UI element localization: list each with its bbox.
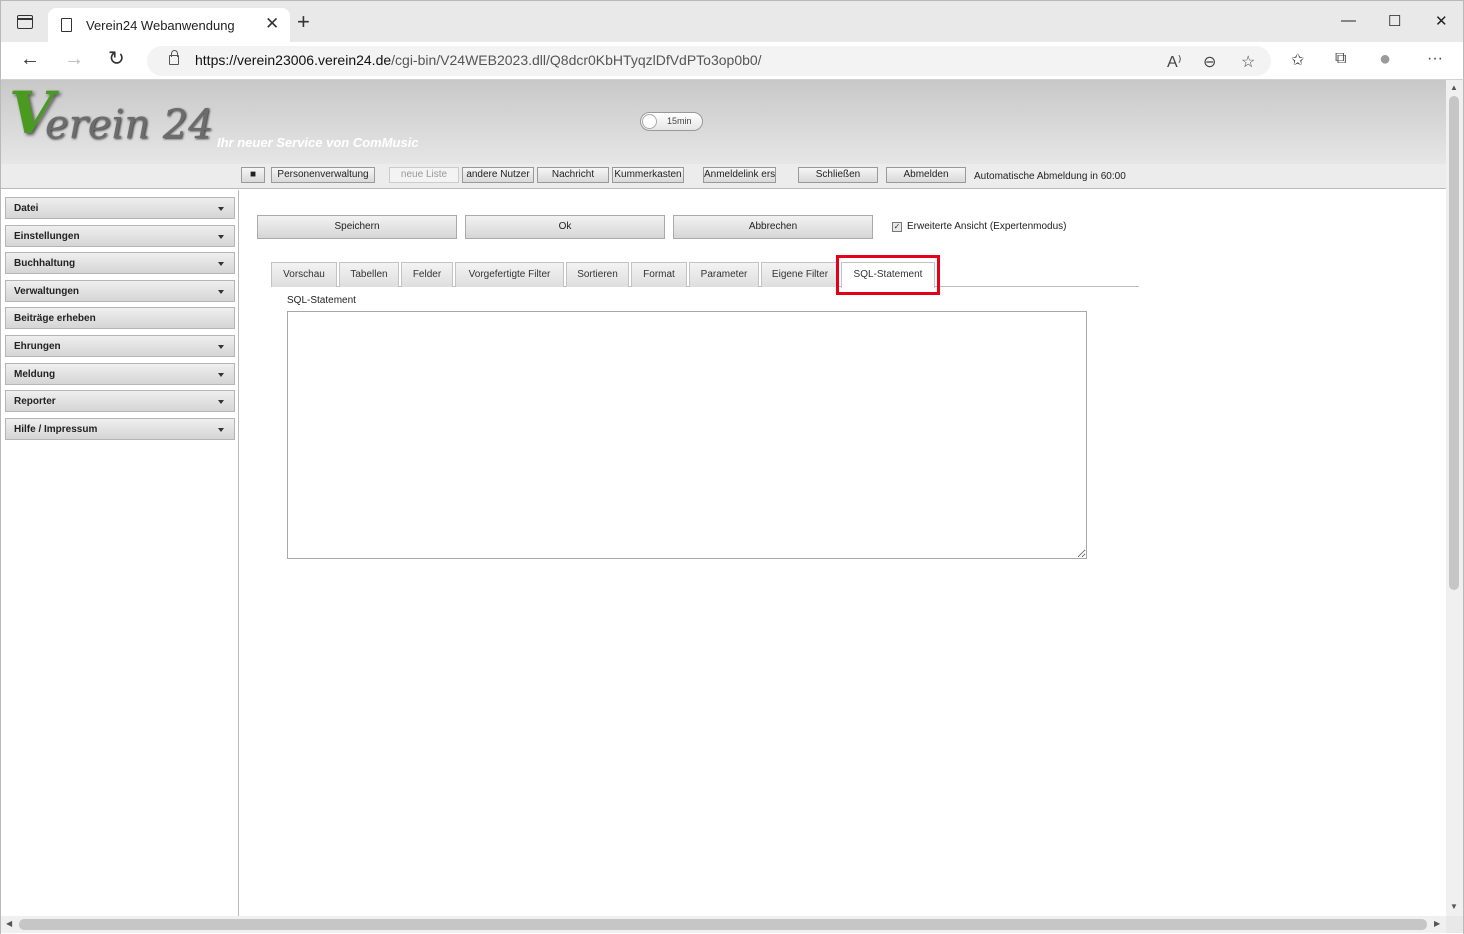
sidebar-item-ehrungen[interactable]: Ehrungen bbox=[5, 335, 235, 357]
expert-mode-checkbox[interactable]: ✓ bbox=[892, 222, 902, 232]
zoom-icon[interactable]: ⊖ bbox=[1203, 52, 1216, 72]
sidebar-item-hilfe[interactable]: Hilfe / Impressum bbox=[5, 418, 235, 440]
sidebar-item-label: Beiträge erheben bbox=[14, 313, 96, 324]
expert-mode-label: Erweiterte Ansicht (Expertenmodus) bbox=[907, 221, 1067, 232]
url-text[interactable]: https://verein23006.verein24.de/cgi-bin/… bbox=[195, 52, 762, 68]
save-button[interactable]: Speichern bbox=[257, 215, 457, 239]
caret-down-icon bbox=[218, 262, 224, 266]
profile-icon[interactable]: ● bbox=[1379, 48, 1391, 71]
toolbar-square-button[interactable]: ■ bbox=[241, 167, 265, 183]
caret-down-icon bbox=[218, 290, 224, 294]
sidebar-item-meldung[interactable]: Meldung bbox=[5, 363, 235, 385]
horizontal-scroll-thumb[interactable] bbox=[19, 919, 1427, 930]
logo-wordmark: erein 24 bbox=[45, 102, 214, 148]
sidebar-item-label: Hilfe / Impressum bbox=[14, 424, 98, 435]
url-host: https://verein23006.verein24.de bbox=[195, 52, 392, 68]
anmeldelink-button[interactable]: Anmeldelink erst bbox=[703, 167, 776, 183]
caret-down-icon bbox=[218, 400, 224, 404]
kummerkasten-button[interactable]: Kummerkasten bbox=[612, 167, 684, 183]
sql-statement-textarea[interactable] bbox=[287, 311, 1087, 559]
sidebar-item-label: Einstellungen bbox=[14, 231, 80, 242]
sidebar-item-label: Datei bbox=[14, 203, 39, 214]
add-favorite-icon[interactable]: ☆ bbox=[1241, 52, 1255, 72]
ok-button[interactable]: Ok bbox=[465, 215, 665, 239]
tab-format[interactable]: Format bbox=[631, 262, 687, 287]
more-menu-icon[interactable]: ··· bbox=[1427, 50, 1443, 68]
tab-vorgefertigte-filter[interactable]: Vorgefertigte Filter bbox=[455, 262, 564, 287]
vertical-scroll-thumb[interactable] bbox=[1449, 96, 1459, 590]
scroll-down-icon[interactable]: ▼ bbox=[1450, 902, 1458, 911]
page-icon bbox=[61, 18, 72, 32]
andere-nutzer-button[interactable]: andere Nutzer bbox=[462, 167, 534, 183]
read-aloud-icon[interactable]: A⁾ bbox=[1167, 52, 1182, 72]
browser-tab-title: Verein24 Webanwendung bbox=[86, 18, 235, 33]
tab-parameter[interactable]: Parameter bbox=[689, 262, 759, 287]
forward-icon[interactable]: → bbox=[64, 49, 84, 69]
tab-tabellen[interactable]: Tabellen bbox=[339, 262, 399, 287]
app-toolbar: ■ Personenverwaltung neue Liste andere N… bbox=[1, 164, 1446, 189]
sidebar: Datei Einstellungen Buchhaltung Verwaltu… bbox=[1, 190, 239, 916]
browser-tab[interactable]: Verein24 Webanwendung ✕ bbox=[48, 8, 290, 44]
vertical-scrollbar[interactable]: ▲ ▼ bbox=[1446, 80, 1463, 916]
timer-label: 15min bbox=[667, 116, 692, 126]
collections-icon[interactable]: ⧉ bbox=[1335, 50, 1346, 68]
scroll-left-icon[interactable]: ◀ bbox=[6, 919, 12, 928]
sidebar-item-label: Ehrungen bbox=[14, 341, 61, 352]
sidebar-item-label: Reporter bbox=[14, 396, 56, 407]
tab-actions-icon[interactable] bbox=[17, 15, 33, 29]
sql-statement-label: SQL-Statement bbox=[287, 295, 356, 306]
reload-icon[interactable]: ↻ bbox=[108, 49, 125, 69]
sidebar-item-datei[interactable]: Datei bbox=[5, 197, 235, 219]
browser-toolbar: ← → ↻ https://verein23006.verein24.de/cg… bbox=[0, 42, 1464, 80]
schliessen-button[interactable]: Schließen bbox=[798, 167, 878, 183]
address-field[interactable]: https://verein23006.verein24.de/cgi-bin/… bbox=[147, 46, 1271, 76]
sidebar-item-label: Verwaltungen bbox=[14, 286, 80, 297]
tab-sortieren[interactable]: Sortieren bbox=[566, 262, 629, 287]
caret-down-icon bbox=[218, 235, 224, 239]
toggle-knob bbox=[642, 114, 657, 129]
scroll-right-icon[interactable]: ▶ bbox=[1434, 919, 1440, 928]
lock-icon[interactable] bbox=[169, 50, 179, 65]
sidebar-item-label: Buchhaltung bbox=[14, 258, 76, 269]
new-tab-icon[interactable]: + bbox=[297, 11, 310, 33]
scrollbar-corner bbox=[1446, 916, 1463, 933]
caret-down-icon bbox=[218, 428, 224, 432]
sidebar-item-label: Meldung bbox=[14, 369, 56, 380]
session-timer-toggle[interactable]: 15min bbox=[640, 112, 703, 131]
tab-felder[interactable]: Felder bbox=[401, 262, 453, 287]
sidebar-item-reporter[interactable]: Reporter bbox=[5, 390, 235, 412]
horizontal-scrollbar[interactable]: ◀ ▶ bbox=[1, 916, 1446, 933]
maximize-icon[interactable]: ☐ bbox=[1388, 12, 1401, 30]
nachricht-button[interactable]: Nachricht bbox=[537, 167, 609, 183]
tagline: Ihr neuer Service von ComMusic bbox=[217, 135, 419, 150]
sidebar-item-einstellungen[interactable]: Einstellungen bbox=[5, 225, 235, 247]
caret-down-icon bbox=[218, 345, 224, 349]
sidebar-item-verwaltungen[interactable]: Verwaltungen bbox=[5, 280, 235, 302]
active-tab-highlight bbox=[836, 255, 940, 295]
scroll-up-icon[interactable]: ▲ bbox=[1450, 83, 1458, 92]
tab-vorschau[interactable]: Vorschau bbox=[271, 262, 337, 287]
main-content: Speichern Ok Abbrechen ✓ Erweiterte Ansi… bbox=[240, 190, 1446, 916]
minimize-icon[interactable]: — bbox=[1341, 12, 1356, 29]
tab-close-icon[interactable]: ✕ bbox=[265, 14, 279, 34]
tab-eigene-filter[interactable]: Eigene Filter bbox=[761, 262, 839, 287]
sidebar-item-beitraege[interactable]: Beiträge erheben bbox=[5, 307, 235, 329]
app-header: V erein 24 Ihr neuer Service von ComMusi… bbox=[1, 80, 1446, 164]
verein24-logo: V erein 24 bbox=[9, 84, 214, 154]
browser-titlebar: Verein24 Webanwendung ✕ + — ☐ ✕ bbox=[0, 0, 1464, 44]
window-close-icon[interactable]: ✕ bbox=[1435, 12, 1448, 30]
caret-down-icon bbox=[218, 373, 224, 377]
url-path: /cgi-bin/V24WEB2023.dll/Q8dcr0KbHTyqzlDf… bbox=[391, 52, 762, 68]
caret-down-icon bbox=[218, 207, 224, 211]
personenverwaltung-button[interactable]: Personenverwaltung bbox=[271, 167, 375, 183]
abmelden-button[interactable]: Abmelden bbox=[886, 167, 966, 183]
logout-countdown: Automatische Abmeldung in 60:00 bbox=[974, 171, 1126, 182]
neue-liste-button[interactable]: neue Liste bbox=[389, 167, 459, 183]
sidebar-item-buchhaltung[interactable]: Buchhaltung bbox=[5, 252, 235, 274]
favorites-icon[interactable]: ✩ bbox=[1291, 50, 1304, 70]
back-icon[interactable]: ← bbox=[20, 49, 40, 69]
cancel-button[interactable]: Abbrechen bbox=[673, 215, 873, 239]
window-frame-left bbox=[0, 80, 1, 934]
